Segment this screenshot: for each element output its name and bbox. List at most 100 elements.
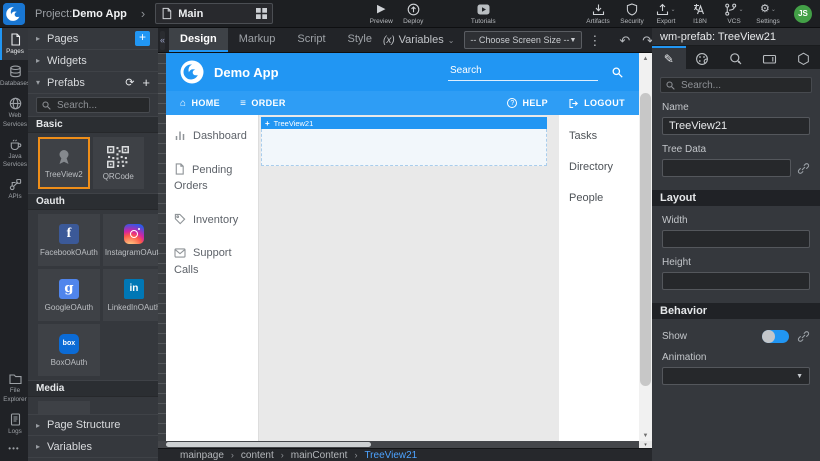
breadcrumb-content[interactable]: content (241, 450, 274, 461)
user-avatar[interactable]: JS (794, 5, 812, 23)
section-variables[interactable]: ▸ Variables (28, 436, 158, 458)
sidenav-support-calls[interactable]: Support Calls (174, 245, 250, 278)
prefab-card-boxoauth[interactable]: box BoxOAuth (38, 324, 100, 376)
tab-script[interactable]: Script (286, 28, 336, 52)
prefab-label: QRCode (103, 172, 134, 181)
sidenav-inventory[interactable]: Inventory (174, 212, 250, 229)
vcs-button[interactable]: ⌄ VCS (718, 3, 750, 25)
section-widgets[interactable]: ▸ Widgets (28, 50, 158, 72)
activity-item-logs[interactable]: Logs (0, 408, 28, 440)
breadcrumb-treeview21[interactable]: TreeView21 (364, 450, 417, 461)
activity-item-web-services[interactable]: Web Services (0, 92, 28, 132)
prefab-card-qrcode[interactable]: QRCode (93, 137, 145, 189)
search-icon[interactable] (612, 67, 623, 78)
nav-label: HOME (191, 98, 220, 108)
deploy-button[interactable]: Deploy (397, 3, 429, 25)
add-prefab-button[interactable]: + (142, 75, 150, 90)
tab-design[interactable]: Design (169, 28, 228, 52)
tab-inspect[interactable] (719, 46, 753, 69)
wavemaker-logo-icon[interactable] (3, 3, 25, 25)
behavior-section-header[interactable]: Behavior (652, 303, 820, 319)
bind-link-icon[interactable] (797, 162, 810, 175)
width-label: Width (662, 215, 810, 226)
layout-section-header[interactable]: Layout (652, 190, 820, 206)
breadcrumb-mainpage[interactable]: mainpage (180, 450, 224, 461)
prefab-card-googleoauth[interactable]: g GoogleOAuth (38, 269, 100, 321)
tree-data-input[interactable] (662, 159, 791, 177)
activity-item-file-explorer[interactable]: File Explorer (0, 367, 28, 407)
bind-link-icon[interactable] (797, 330, 810, 343)
animation-select[interactable]: ▼ (662, 367, 810, 385)
scrollbar-thumb[interactable] (640, 93, 651, 386)
prefab-card-linkedinoauth[interactable]: in LinkedInOAuth (103, 269, 158, 321)
tab-security[interactable] (786, 46, 820, 69)
page-selector[interactable]: Main (155, 3, 273, 24)
undo-icon[interactable]: ↶ (619, 34, 630, 47)
preview-button[interactable]: ▶ Preview (365, 3, 397, 25)
list-item-people[interactable]: People (569, 192, 629, 204)
breadcrumb-maincontent[interactable]: mainContent (291, 450, 348, 461)
tab-device[interactable] (753, 46, 787, 69)
refresh-icon[interactable]: ⟳ (125, 76, 134, 89)
tab-markup[interactable]: Markup (228, 28, 287, 52)
tutorials-button[interactable]: Tutorials (467, 3, 499, 25)
activity-item-pages[interactable]: Pages (0, 28, 28, 60)
prefab-card-treeview2[interactable]: TreeView2 (38, 137, 90, 189)
activity-item-java-services[interactable]: Java Services (0, 133, 28, 173)
widget-body[interactable] (261, 129, 547, 166)
section-label: Widgets (47, 55, 87, 67)
tab-properties[interactable]: ✎ (652, 46, 686, 69)
kebab-menu-icon[interactable]: ⋮ (588, 34, 601, 47)
section-label: Variables (47, 441, 92, 453)
nav-logout[interactable]: LOGOUT (568, 98, 625, 109)
scroll-down-icon[interactable]: ▼ (639, 430, 652, 441)
more-options-icon[interactable]: ••• (0, 444, 28, 453)
sidenav-pending-orders[interactable]: Pending Orders (174, 162, 250, 195)
canvas-content-area[interactable]: + TreeView21 (259, 115, 559, 441)
collapse-left-icon[interactable]: « (160, 31, 165, 50)
section-pages[interactable]: ▸ Pages + (28, 28, 158, 50)
prefab-card-media[interactable]: ▶ (38, 401, 90, 414)
settings-button[interactable]: ⚙⌄ Settings (752, 3, 784, 25)
vertical-scrollbar[interactable]: ▲ ▼ (639, 53, 652, 441)
width-input[interactable] (662, 230, 810, 248)
height-input[interactable] (662, 272, 810, 290)
design-canvas[interactable]: Demo App Search ⌂HOME ≡ORDER ?HELP LOGOU… (166, 53, 639, 441)
activity-item-apis[interactable]: APIs (0, 173, 28, 205)
sidenav-dashboard[interactable]: Dashboard (174, 128, 250, 145)
nav-home[interactable]: ⌂HOME (180, 98, 220, 109)
name-input[interactable] (662, 117, 810, 135)
scroll-up-icon[interactable]: ▲ (639, 53, 652, 64)
nav-help[interactable]: ?HELP (507, 98, 548, 108)
properties-search-input[interactable] (679, 79, 806, 92)
add-page-button[interactable]: + (135, 31, 150, 46)
prefab-card-instagramoauth[interactable]: InstagramOAuth (103, 214, 158, 266)
scrollbar-thumb[interactable] (166, 442, 371, 447)
qrcode-icon (107, 146, 129, 168)
prefab-search-input[interactable] (55, 99, 144, 112)
tab-style[interactable]: Style (337, 28, 383, 52)
section-page-structure[interactable]: ▸ Page Structure (28, 414, 158, 436)
security-button[interactable]: Security (616, 3, 648, 25)
list-item-directory[interactable]: Directory (569, 161, 629, 173)
list-item-tasks[interactable]: Tasks (569, 130, 629, 142)
activity-item-databases[interactable]: Databases (0, 60, 28, 92)
show-toggle[interactable] (762, 330, 789, 343)
export-button[interactable]: ⌄ Export (650, 3, 682, 25)
tab-styles[interactable] (686, 46, 720, 69)
canvas-search-input[interactable]: Search (448, 63, 598, 81)
grid-icon[interactable] (256, 8, 267, 19)
horizontal-scrollbar[interactable]: ▾ (158, 441, 652, 448)
section-prefabs[interactable]: ▾ Prefabs ⟳+ (28, 72, 158, 94)
treeview-widget[interactable]: + TreeView21 (261, 117, 547, 166)
screen-size-select[interactable]: -- Choose Screen Size -- ▼ (464, 31, 582, 49)
variables-button[interactable]: (x) Variables ⌄ (383, 34, 454, 46)
vertical-ruler (158, 53, 166, 441)
nav-order[interactable]: ≡ORDER (240, 98, 286, 109)
prefab-card-facebookoauth[interactable]: f FacebookOAuth (38, 214, 100, 266)
canvas-app-header[interactable]: Demo App Search (166, 53, 639, 91)
artifacts-button[interactable]: Artifacts (582, 3, 614, 25)
caret-down-icon: ⌄ (448, 36, 455, 45)
widget-selection-label[interactable]: + TreeView21 (261, 117, 547, 129)
i18n-button[interactable]: I18N (684, 3, 716, 25)
